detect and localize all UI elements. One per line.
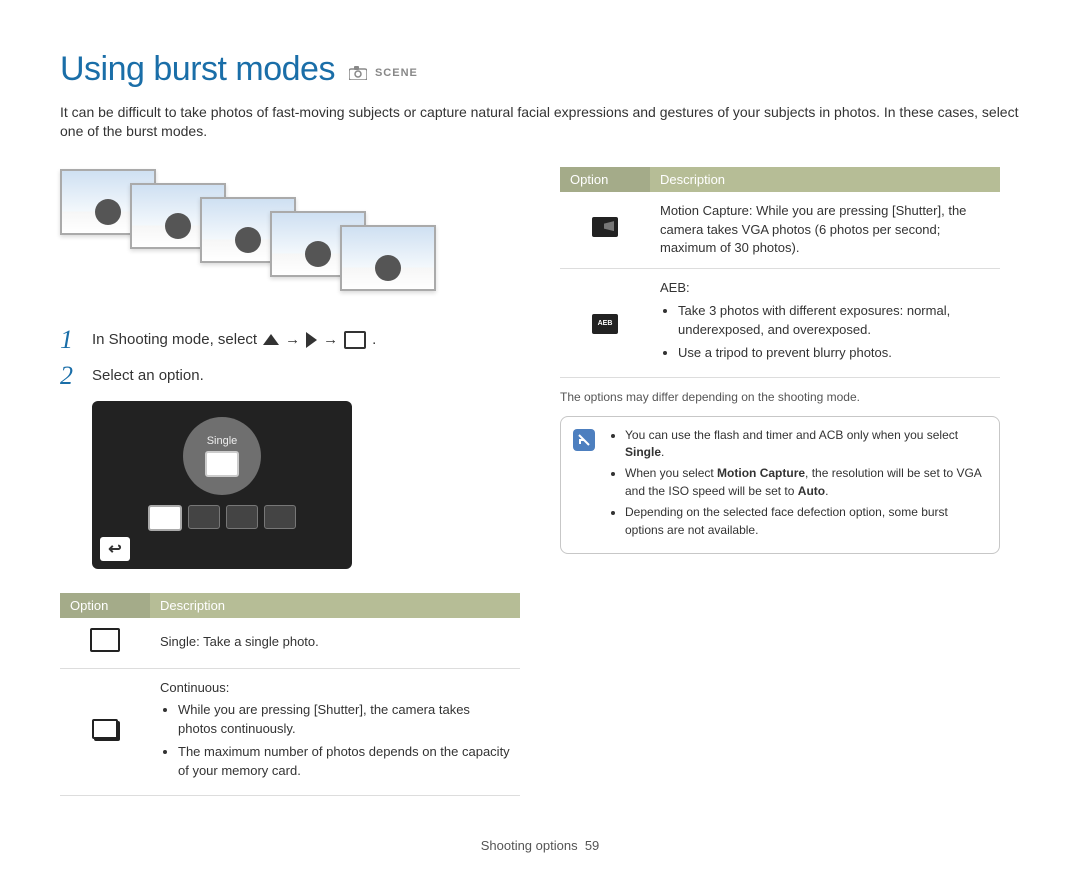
option-icon-cell xyxy=(60,668,150,795)
step-2: 2 Select an option. xyxy=(60,363,520,389)
lcd-selected-label: Single xyxy=(207,435,238,447)
options-table-left: Option Description Single: Take a single… xyxy=(60,593,520,796)
th-description-left: Description xyxy=(150,593,520,618)
table-bullet: Use a tripod to prevent blurry photos. xyxy=(678,344,990,363)
table-bullet: Take 3 photos with different exposures: … xyxy=(678,302,990,340)
lcd-preview: Single ↩ xyxy=(92,401,352,569)
lcd-option-single xyxy=(148,505,182,531)
mode-indicator-row: SCENE xyxy=(349,66,418,80)
step-2-text: Select an option. xyxy=(92,367,204,384)
lcd-option-continuous xyxy=(188,505,220,529)
note-icon xyxy=(573,429,595,451)
single-shot-icon xyxy=(344,331,366,349)
scene-mode-label: SCENE xyxy=(375,67,418,79)
step-2-number: 2 xyxy=(60,363,78,389)
lcd-back-icon: ↩ xyxy=(100,537,130,561)
lcd-selected-icon xyxy=(205,451,239,477)
th-description-right: Description xyxy=(650,167,1000,192)
single-icon xyxy=(90,628,120,652)
option-icon-cell: AEB xyxy=(560,269,650,377)
camera-mode-icon xyxy=(349,66,367,80)
footnote: The options may differ depending on the … xyxy=(560,390,1000,404)
footer-section: Shooting options xyxy=(481,838,578,853)
tip-item: Depending on the selected face defection… xyxy=(625,504,987,539)
option-icon-cell xyxy=(60,618,150,668)
right-icon xyxy=(306,332,317,348)
tip-box: You can use the flash and timer and ACB … xyxy=(560,416,1000,554)
tip-item: When you select Motion Capture, the reso… xyxy=(625,465,987,500)
intro-paragraph: It can be difficult to take photos of fa… xyxy=(60,103,1020,141)
step-1-text: In Shooting mode, select xyxy=(92,331,257,348)
up-icon xyxy=(263,334,279,345)
options-table-right: Option Description Motion Capture: While… xyxy=(560,167,1000,378)
lcd-selected-option: Single xyxy=(183,417,261,495)
motion-capture-icon xyxy=(592,217,618,237)
th-option-right: Option xyxy=(560,167,650,192)
page-title: Using burst modes xyxy=(60,50,335,89)
step-1-number: 1 xyxy=(60,327,78,353)
lcd-option-aeb xyxy=(264,505,296,529)
option-desc-cell: AEB:Take 3 photos with different exposur… xyxy=(650,269,1000,377)
arrow-1: → xyxy=(285,331,300,348)
tip-item: You can use the flash and timer and ACB … xyxy=(625,427,987,462)
th-option-left: Option xyxy=(60,593,150,618)
table-bullet: The maximum number of photos depends on … xyxy=(178,743,510,781)
arrow-2: → xyxy=(323,331,338,348)
option-desc-cell: Single: Take a single photo. xyxy=(150,618,520,668)
continuous-icon xyxy=(92,719,118,739)
aeb-icon: AEB xyxy=(592,314,618,334)
option-icon-cell xyxy=(560,192,650,269)
page-footer: Shooting options 59 xyxy=(60,838,1020,853)
burst-illustration xyxy=(60,167,520,297)
option-desc-cell: Continuous:While you are pressing [Shutt… xyxy=(150,668,520,795)
option-desc-cell: Motion Capture: While you are pressing [… xyxy=(650,192,1000,269)
footer-page: 59 xyxy=(585,838,599,853)
lcd-option-motion xyxy=(226,505,258,529)
table-bullet: While you are pressing [Shutter], the ca… xyxy=(178,701,510,739)
step-1: 1 In Shooting mode, select → → . xyxy=(60,327,520,353)
